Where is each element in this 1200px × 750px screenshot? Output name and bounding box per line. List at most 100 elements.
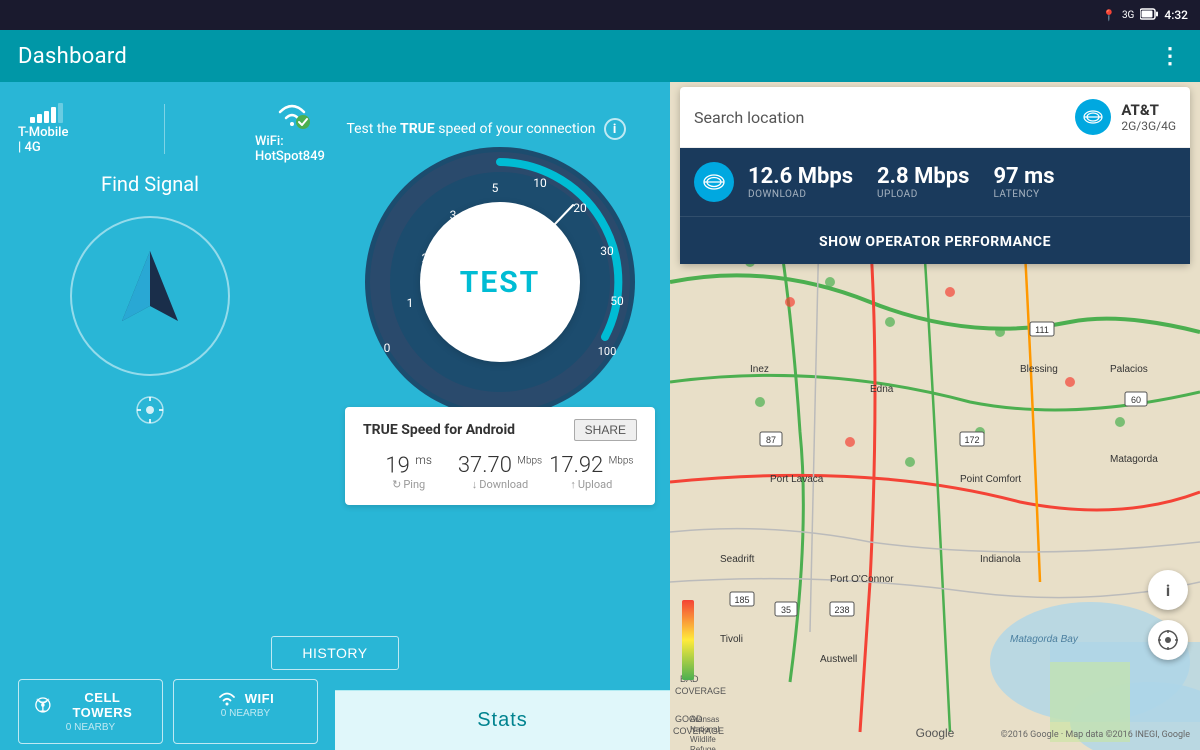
svg-text:238: 238	[834, 605, 849, 615]
bar5	[58, 103, 63, 123]
time-label: 4:32	[1164, 8, 1188, 22]
map-overlay-card: Search location AT&T 2G/3G/4G	[680, 87, 1190, 264]
wifi-network-item: WiFi: HotSpot849	[255, 94, 330, 164]
wifi-signal-svg	[271, 94, 313, 130]
upload-speed-value: 2.8 Mbps	[877, 164, 969, 189]
wifi-button[interactable]: WIFI 0 NEARBY	[173, 679, 318, 744]
upload-metric: 17.92 Mbps ↑ Upload	[546, 453, 637, 491]
latency-value: 97 ms	[993, 164, 1054, 189]
svg-text:Inez: Inez	[750, 364, 769, 375]
menu-button[interactable]: ⋮	[1159, 44, 1182, 69]
svg-text:30: 30	[600, 244, 614, 258]
svg-text:0: 0	[384, 341, 391, 355]
svg-text:100: 100	[598, 345, 617, 358]
battery-icon	[1140, 8, 1158, 23]
upload-value: 17.92 Mbps	[549, 453, 633, 478]
svg-text:Point Comfort: Point Comfort	[960, 474, 1021, 485]
svg-text:Port Lavaca: Port Lavaca	[770, 474, 824, 485]
gauge-container[interactable]: 0 1 2 3 5 10 20 30 50	[355, 137, 645, 427]
cellular-label: T-Mobile | 4G	[18, 125, 74, 155]
map-locate-button[interactable]	[1148, 620, 1188, 660]
compass-arrow-svg	[100, 241, 200, 351]
status-bar: 📍 3G 4:32	[0, 0, 1200, 30]
app-title: Dashboard	[18, 44, 127, 69]
compass-circle	[70, 216, 230, 376]
svg-text:172: 172	[964, 435, 979, 445]
antenna-svg	[135, 395, 165, 425]
svg-text:60: 60	[1131, 395, 1141, 405]
ping-value: 19 ms	[385, 453, 432, 478]
operator-info: AT&T 2G/3G/4G	[1075, 99, 1176, 135]
download-speed-metric: 12.6 Mbps DOWNLOAD	[748, 164, 853, 200]
legend-bar	[682, 600, 694, 680]
bar4	[51, 107, 56, 123]
svg-text:185: 185	[734, 595, 749, 605]
svg-text:87: 87	[766, 435, 776, 445]
wifi-label: WiFi: HotSpot849	[255, 134, 330, 164]
gauge-center[interactable]: TEST	[420, 202, 580, 362]
map-legend	[682, 600, 732, 680]
show-performance-button[interactable]: SHOW OPERATOR PERFORMANCE	[680, 216, 1190, 264]
cellular-network-item: T-Mobile | 4G	[18, 103, 74, 155]
upload-label: ↑ Upload	[570, 478, 612, 491]
svg-text:1: 1	[407, 296, 414, 310]
left-panel: T-Mobile | 4G	[0, 82, 670, 750]
status-icons: 📍 3G 4:32	[1102, 8, 1188, 23]
copyright-text: ©2016 Google · Map data ©2016 INEGI, Goo…	[1001, 730, 1190, 740]
speedometer-area: 0 1 2 3 5 10 20 30 50	[330, 137, 670, 505]
app-bar: Dashboard ⋮	[0, 30, 1200, 82]
network-info: T-Mobile | 4G	[18, 94, 330, 164]
svg-text:50: 50	[610, 294, 624, 308]
wifi-nearby: 0 NEARBY	[221, 708, 270, 719]
test-button-label[interactable]: TEST	[460, 265, 541, 300]
speed-info-row: 12.6 Mbps DOWNLOAD 2.8 Mbps UPLOAD 97 ms…	[680, 148, 1190, 216]
latency-metric: 97 ms LATENCY	[993, 164, 1054, 200]
find-signal-section: Find Signal	[0, 162, 300, 426]
network-type-label: 3G	[1122, 10, 1134, 21]
find-signal-title: Find Signal	[101, 172, 199, 196]
svg-text:35: 35	[781, 605, 791, 615]
download-label: ↓ Download	[472, 478, 528, 491]
svg-text:Palacios: Palacios	[1110, 364, 1148, 375]
main-content: T-Mobile | 4G	[0, 82, 1200, 750]
bar3	[44, 111, 49, 123]
cell-towers-button[interactable]: CELL TOWERS 0 NEARBY	[18, 679, 163, 744]
att-logo	[1075, 99, 1111, 135]
svg-text:National: National	[690, 725, 720, 734]
cell-tower-icon	[35, 696, 51, 714]
att-logo-svg	[1081, 105, 1105, 129]
svg-text:Matagorda Bay: Matagorda Bay	[1010, 634, 1079, 645]
latency-label: LATENCY	[993, 189, 1054, 200]
signal-bars	[30, 103, 63, 123]
svg-text:10: 10	[533, 176, 547, 190]
svg-text:COVERAGE: COVERAGE	[675, 686, 726, 696]
results-title: TRUE Speed for Android	[363, 422, 515, 438]
network-divider	[164, 104, 165, 154]
download-value: 37.70 Mbps	[458, 453, 542, 478]
svg-text:111: 111	[1035, 325, 1049, 335]
test-info-text: Test the TRUE speed of your connection	[346, 121, 595, 137]
stats-button[interactable]: Stats	[335, 690, 670, 750]
speed-metrics: 12.6 Mbps DOWNLOAD 2.8 Mbps UPLOAD 97 ms…	[748, 164, 1055, 200]
stats-button-area: Stats	[335, 690, 670, 750]
results-header: TRUE Speed for Android SHARE	[363, 419, 637, 441]
search-location-input[interactable]: Search location	[694, 108, 1075, 127]
bar1	[30, 117, 35, 123]
download-speed-label: DOWNLOAD	[748, 189, 853, 200]
share-button[interactable]: SHARE	[574, 419, 637, 441]
speed-results-card: TRUE Speed for Android SHARE 19 ms ↻ Pin…	[345, 407, 655, 505]
upload-speed-label: UPLOAD	[877, 189, 969, 200]
ping-label: ↻ Ping	[392, 478, 425, 491]
svg-text:Austwell: Austwell	[820, 654, 857, 665]
cell-towers-nearby: 0 NEARBY	[66, 722, 115, 733]
svg-text:Edna: Edna	[870, 384, 894, 395]
svg-text:Wildlife: Wildlife	[690, 735, 716, 744]
operator-type: 2G/3G/4G	[1121, 119, 1176, 133]
map-search-row: Search location AT&T 2G/3G/4G	[680, 87, 1190, 148]
download-speed-value: 12.6 Mbps	[748, 164, 853, 189]
history-button[interactable]: HISTORY	[271, 636, 398, 670]
bottom-bar: HISTORY	[0, 636, 670, 670]
map-info-button[interactable]: i	[1148, 570, 1188, 610]
svg-text:Blessing: Blessing	[1020, 364, 1058, 375]
wifi-label-row: WIFI	[217, 690, 274, 706]
